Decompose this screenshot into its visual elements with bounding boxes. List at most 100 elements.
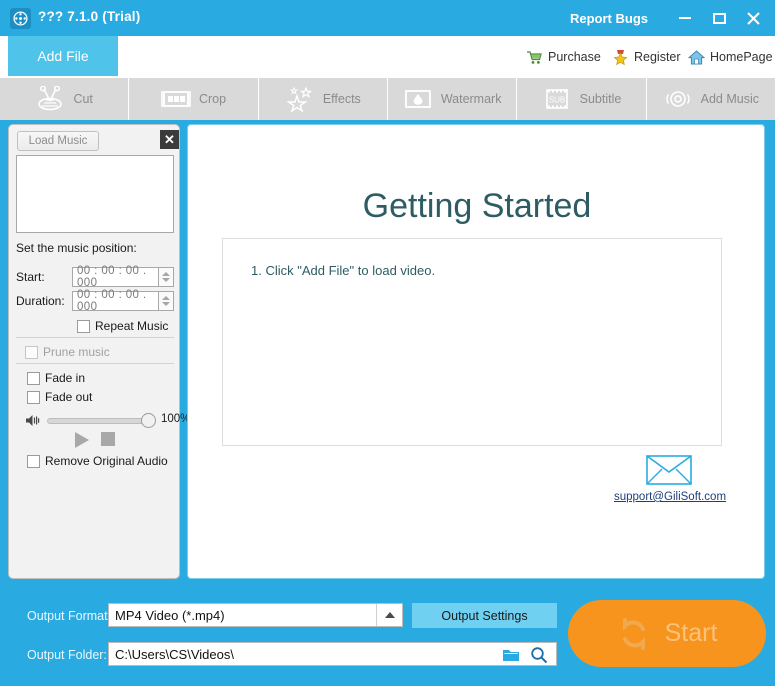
getting-started-steps-box: 1. Click "Add File" to load video.	[222, 238, 722, 446]
support-email-block[interactable]: support@GiliSoft.com	[614, 455, 726, 505]
folder-icon[interactable]	[502, 647, 520, 662]
tab-crop-label: Crop	[198, 92, 227, 106]
output-folder-field[interactable]: C:\Users\CS\Videos\	[108, 642, 557, 666]
application-window: ??? 7.1.0 (Trial) Report Bugs Add File P…	[0, 0, 775, 686]
filmstrip-grid-icon	[161, 91, 191, 107]
volume-slider-thumb[interactable]	[141, 413, 156, 428]
tab-subtitle[interactable]: SUB Subtitle	[517, 78, 647, 120]
start-label: Start:	[16, 270, 45, 284]
homepage-label: HomePage	[710, 50, 773, 64]
output-folder-label: Output Folder:	[27, 648, 107, 662]
fade-in-label: Fade in	[45, 371, 86, 385]
remove-original-audio-label: Remove Original Audio	[45, 454, 168, 468]
tab-cut-label: Cut	[73, 92, 93, 106]
output-format-label: Output Format:	[27, 609, 112, 623]
volume-value: 100%	[161, 413, 191, 425]
prune-music-checkbox[interactable]: Prune music	[25, 345, 110, 359]
speaker-icon	[26, 415, 40, 426]
purchase-link[interactable]: Purchase	[526, 46, 601, 68]
scissors-icon	[38, 86, 63, 111]
start-button[interactable]: Start	[568, 600, 766, 667]
minimize-icon	[679, 17, 691, 19]
close-button[interactable]	[740, 6, 766, 30]
divider	[16, 337, 174, 338]
repeat-music-label: Repeat Music	[95, 319, 169, 333]
tab-effects[interactable]: Effects	[259, 78, 388, 120]
fade-in-checkbox[interactable]: Fade in	[27, 371, 85, 385]
maximize-icon	[712, 12, 726, 24]
step-item: 1. Click "Add File" to load video.	[251, 263, 436, 278]
fade-out-label: Fade out	[45, 390, 93, 404]
stars-icon	[285, 86, 313, 112]
music-position-label: Set the music position:	[16, 241, 137, 255]
music-list[interactable]	[16, 155, 174, 233]
tab-bar: Cut Crop Effects Watermark SUB Subtitle …	[0, 78, 775, 120]
chevron-up-icon[interactable]	[376, 604, 402, 626]
title-bar: ??? 7.1.0 (Trial) Report Bugs	[0, 0, 775, 36]
tab-add-music[interactable]: Add Music	[647, 78, 775, 120]
play-button[interactable]	[75, 432, 89, 448]
minimize-button[interactable]	[672, 6, 698, 30]
purchase-label: Purchase	[548, 50, 601, 64]
film-reel-icon	[10, 8, 31, 29]
house-icon	[688, 49, 705, 64]
output-format-value: MP4 Video (*.mp4)	[115, 607, 225, 623]
envelope-icon	[646, 455, 692, 485]
duration-label: Duration:	[16, 294, 65, 308]
tab-effects-label: Effects	[322, 92, 361, 106]
checkbox-box	[77, 319, 90, 333]
music-settings-panel: Load Music ✕ Set the music position: Sta…	[8, 124, 190, 579]
tab-crop[interactable]: Crop	[129, 78, 259, 120]
repeat-music-checkbox[interactable]: Repeat Music	[77, 319, 168, 333]
stepper-down-icon	[162, 278, 170, 282]
tab-add-music-label: Add Music	[700, 92, 759, 106]
checkbox-box	[27, 390, 40, 404]
volume-slider-track[interactable]	[47, 418, 151, 424]
output-format-select[interactable]: MP4 Video (*.mp4)	[108, 603, 403, 627]
close-icon	[746, 11, 760, 25]
shopping-cart-icon	[527, 50, 542, 64]
stepper-up-icon	[162, 272, 170, 276]
fade-out-checkbox[interactable]: Fade out	[27, 390, 92, 404]
close-x-icon: ✕	[164, 132, 175, 147]
stepper-up-icon	[162, 296, 170, 300]
load-music-button[interactable]: Load Music	[17, 131, 99, 151]
duration-time-input[interactable]: 00 : 00 : 00 . 000	[72, 289, 159, 313]
speaker-waves-icon	[665, 91, 690, 107]
close-music-button[interactable]: ✕	[160, 130, 179, 149]
start-button-label: Start	[664, 619, 718, 647]
stepper-down-icon	[162, 302, 170, 306]
add-file-button[interactable]: Add File	[8, 36, 118, 76]
register-label: Register	[634, 50, 681, 64]
homepage-link[interactable]: HomePage	[688, 46, 773, 68]
support-email-link[interactable]: support@GiliSoft.com	[614, 491, 726, 503]
magnifier-icon[interactable]	[530, 646, 548, 664]
checkbox-box	[27, 454, 40, 468]
report-bugs-link[interactable]: Report Bugs	[570, 11, 648, 26]
output-folder-value: C:\Users\CS\Videos\	[115, 646, 234, 662]
maximize-button[interactable]	[706, 6, 732, 30]
tab-watermark[interactable]: Watermark	[388, 78, 518, 120]
star-medal-icon	[613, 49, 628, 65]
prune-music-label: Prune music	[43, 345, 110, 359]
tab-watermark-label: Watermark	[440, 92, 502, 106]
register-link[interactable]: Register	[612, 46, 681, 68]
divider	[16, 363, 174, 364]
refresh-icon	[622, 617, 645, 650]
svg-text:SUB: SUB	[548, 96, 564, 105]
start-time-stepper[interactable]	[159, 267, 174, 287]
page-title: Getting Started	[362, 187, 592, 225]
remove-original-audio-checkbox[interactable]: Remove Original Audio	[27, 454, 168, 468]
stop-button[interactable]	[101, 432, 115, 446]
tab-subtitle-label: Subtitle	[579, 92, 622, 106]
tab-cut[interactable]: Cut	[0, 78, 130, 120]
volume-row: 100%	[25, 412, 190, 430]
duration-time-stepper[interactable]	[159, 291, 174, 311]
window-title: ??? 7.1.0 (Trial)	[38, 9, 141, 24]
content-panel: Getting Started 1. Click "Add File" to l…	[187, 124, 765, 579]
start-time-input[interactable]: 00 : 00 : 00 . 000	[72, 265, 159, 289]
sub-filmstrip-icon: SUB	[545, 89, 568, 109]
output-settings-button[interactable]: Output Settings	[412, 603, 557, 628]
droplet-frame-icon	[404, 90, 431, 108]
top-strip: Add File Purchase Register HomePage	[0, 36, 775, 78]
